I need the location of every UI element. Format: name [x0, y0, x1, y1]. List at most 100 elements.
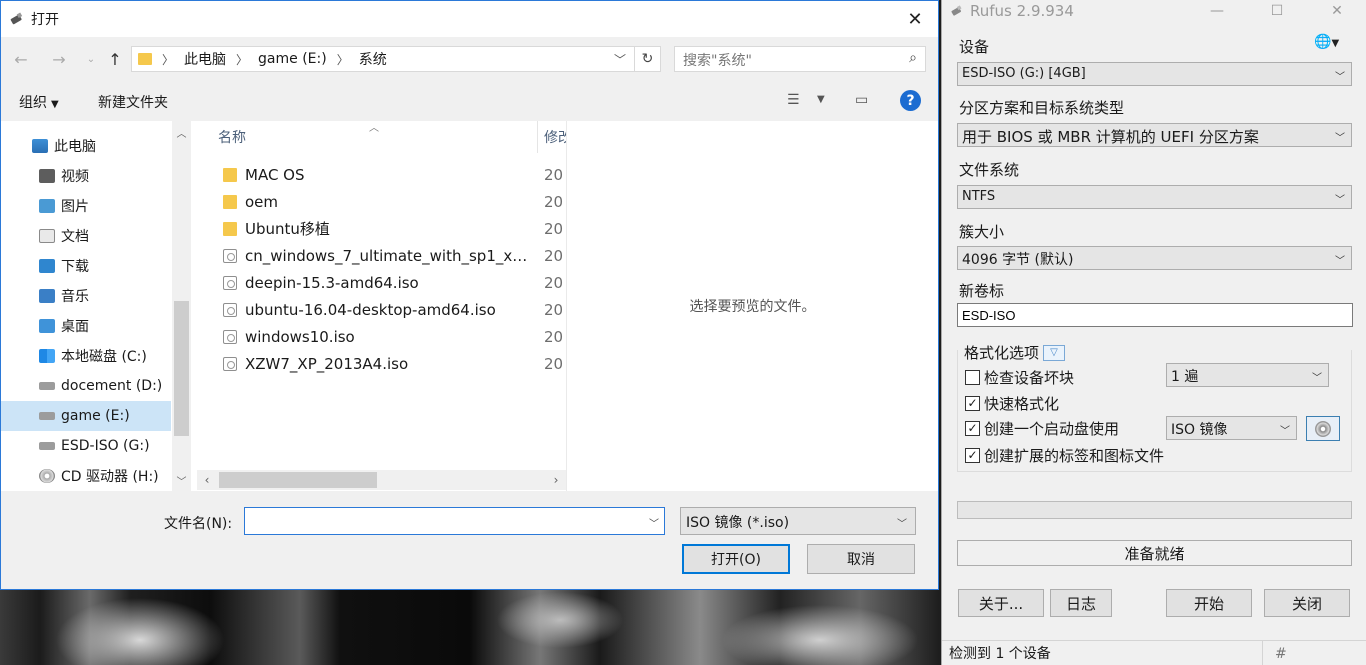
breadcrumb-item[interactable]: 此电脑 — [184, 49, 226, 69]
nav-item[interactable]: 视频 — [1, 161, 171, 191]
refresh-button[interactable]: ↻ — [634, 47, 660, 71]
nav-item-label: 图片 — [61, 199, 89, 215]
rufus-title-bar: Rufus 2.9.934 — ☐ ✕ — [942, 0, 1366, 22]
filename-input[interactable] — [244, 507, 665, 535]
rufus-close-button[interactable]: ✕ — [1322, 0, 1352, 22]
status-text: 准备就绪 — [1124, 544, 1185, 563]
filename-dropdown-icon[interactable]: ﹀ — [649, 515, 659, 530]
scroll-right-arrow-icon[interactable]: › — [546, 470, 566, 490]
minimize-button[interactable]: — — [1202, 0, 1232, 22]
nav-item-label: 此电脑 — [54, 139, 96, 155]
forward-button[interactable]: → — [49, 49, 69, 69]
breadcrumb-item[interactable]: game (E:) — [258, 51, 327, 67]
new-folder-button[interactable]: 新建文件夹 — [98, 92, 168, 112]
boot-type-select[interactable]: ISO 镜像 ﹀ — [1166, 416, 1297, 440]
maximize-button[interactable]: ☐ — [1262, 0, 1292, 22]
checkbox-checked[interactable]: ✓ — [965, 447, 980, 463]
nav-item[interactable]: 本地磁盘 (C:) — [1, 341, 171, 371]
file-row[interactable]: windows10.iso 20 — [197, 323, 566, 350]
select-iso-button[interactable] — [1306, 416, 1340, 441]
file-row[interactable]: oem 20 — [197, 188, 566, 215]
dialog-close-button[interactable]: ✕ — [892, 1, 938, 37]
file-system-select[interactable]: NTFS ﹀ — [957, 185, 1352, 209]
nav-item[interactable]: ESD-ISO (G:) — [1, 431, 171, 461]
checkbox-checked[interactable]: ✓ — [965, 395, 980, 411]
nav-item-label: docement (D:) — [61, 378, 163, 394]
file-row[interactable]: ubuntu-16.04-desktop-amd64.iso 20 — [197, 296, 566, 323]
scrollbar-thumb[interactable] — [219, 472, 377, 488]
file-row[interactable]: XZW7_XP_2013A4.iso 20 — [197, 350, 566, 377]
file-date: 20 — [544, 273, 564, 292]
extended-label-checkbox[interactable]: ✓ 创建扩展的标签和图标文件 — [965, 444, 1164, 466]
language-button[interactable]: 🌐▼ — [1314, 34, 1348, 52]
file-list: ︿ 名称 修改 MAC OS 20 oem 20 Ubuntu移植 20 cn_window… — [197, 121, 566, 491]
cancel-button[interactable]: 取消 — [807, 544, 915, 574]
dialog-bottom-bar: 文件名(N): ﹀ ISO 镜像 (*.iso) ﹀ 打开(O) 取消 — [1, 491, 938, 589]
nav-item[interactable]: CD 驱动器 (H:) — [1, 461, 171, 491]
nav-item[interactable]: 桌面 — [1, 311, 171, 341]
nav-item[interactable]: docement (D:) — [1, 371, 171, 401]
help-button[interactable]: ? — [900, 90, 921, 111]
nav-item[interactable]: 下载 — [1, 251, 171, 281]
column-divider[interactable] — [537, 121, 538, 153]
column-header-modified[interactable]: 修改 — [544, 121, 566, 153]
volume-label-input[interactable] — [957, 303, 1353, 327]
nav-item[interactable]: 图片 — [1, 191, 171, 221]
checkbox-box[interactable] — [965, 369, 980, 385]
hash-button[interactable]: # — [1262, 641, 1366, 665]
recent-locations-button[interactable]: ⌄ — [81, 49, 101, 69]
up-button[interactable]: ↑ — [105, 49, 125, 69]
organize-button[interactable]: 组织 ▼ — [19, 92, 59, 112]
close-button[interactable]: 关闭 — [1264, 589, 1350, 617]
back-button[interactable]: ← — [11, 49, 31, 69]
toggle-advanced-options-button[interactable]: ▽ — [1043, 344, 1066, 361]
view-dropdown-button[interactable]: ▼ — [817, 94, 837, 112]
nav-vertical-scrollbar[interactable]: ︿ ﹀ — [172, 121, 191, 491]
checkbox-checked[interactable]: ✓ — [965, 420, 980, 436]
partition-scheme-select[interactable]: 用于 BIOS 或 MBR 计算机的 UEFI 分区方案 ﹀ — [957, 123, 1352, 147]
column-header-name[interactable]: 名称 — [218, 121, 246, 153]
minimize-icon: — — [1210, 3, 1224, 19]
cluster-size-select[interactable]: 4096 字节 (默认) ﹀ — [957, 246, 1352, 270]
chevron-right-icon: 〉 — [336, 52, 349, 67]
nav-item-label: 文档 — [61, 229, 89, 245]
file-row[interactable]: MAC OS 20 — [197, 161, 566, 188]
nav-item[interactable]: game (E:) — [1, 401, 171, 431]
address-dropdown-icon[interactable]: ﹀ — [614, 51, 626, 68]
quick-format-checkbox[interactable]: ✓ 快速格式化 — [965, 392, 1059, 414]
breadcrumb-item[interactable]: 系统 — [359, 49, 387, 69]
address-bar[interactable]: 〉 此电脑 〉 game (E:) 〉 系统 ﹀ ↻ — [131, 46, 661, 72]
create-bootable-checkbox[interactable]: ✓ 创建一个启动盘使用 — [965, 417, 1119, 439]
file-row[interactable]: cn_windows_7_ultimate_with_sp1_x6... 20 — [197, 242, 566, 269]
device-select[interactable]: ESD-ISO (G:) [4GB] ﹀ — [957, 62, 1352, 86]
log-button[interactable]: 日志 — [1050, 589, 1112, 617]
partition-scheme-value: 用于 BIOS 或 MBR 计算机的 UEFI 分区方案 — [962, 128, 1259, 146]
start-button[interactable]: 开始 — [1166, 589, 1252, 617]
nav-item[interactable]: 文档 — [1, 221, 171, 251]
file-row[interactable]: Ubuntu移植 20 — [197, 215, 566, 242]
nav-item[interactable]: 此电脑 — [1, 131, 171, 161]
passes-select[interactable]: 1 遍 ﹀ — [1166, 363, 1329, 387]
view-options-button[interactable]: ☰ — [787, 92, 807, 110]
scroll-down-arrow-icon[interactable]: ﹀ — [172, 471, 191, 489]
dialog-toolbar: 组织 ▼ 新建文件夹 ☰ ▼ ▭ ? — [1, 83, 938, 119]
nav-item-label: game (E:) — [61, 408, 130, 424]
scroll-up-arrow-icon[interactable]: ︿ — [172, 123, 191, 141]
file-name: windows10.iso — [245, 327, 355, 346]
check-bad-blocks-checkbox[interactable]: 检查设备坏块 — [965, 366, 1074, 388]
file-row[interactable]: deepin-15.3-amd64.iso 20 — [197, 269, 566, 296]
nav-item[interactable]: 音乐 — [1, 281, 171, 311]
details-view-icon: ☰ — [787, 92, 800, 108]
open-button[interactable]: 打开(O) — [682, 544, 790, 574]
preview-pane-icon: ▭ — [855, 92, 869, 108]
preview-pane-button[interactable]: ▭ — [855, 92, 875, 110]
file-horizontal-scrollbar[interactable]: ‹ › — [197, 470, 566, 490]
chevron-down-icon: ﹀ — [1335, 256, 1345, 267]
search-input[interactable]: 搜索"系统" ⌕ — [674, 46, 926, 72]
folder-icon — [223, 221, 237, 236]
scroll-left-arrow-icon[interactable]: ‹ — [197, 470, 217, 490]
pictures-folder-icon — [39, 199, 55, 213]
about-button[interactable]: 关于... — [958, 589, 1044, 617]
file-type-select[interactable]: ISO 镜像 (*.iso) ﹀ — [680, 507, 916, 535]
scrollbar-thumb[interactable] — [174, 301, 189, 436]
